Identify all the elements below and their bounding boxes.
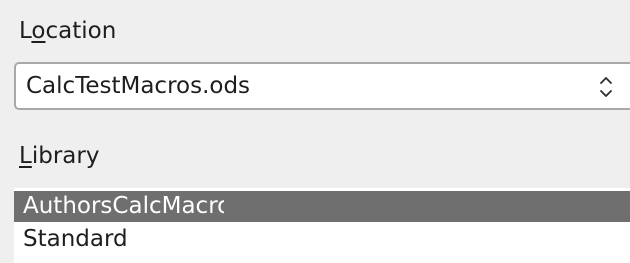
location-label: Location xyxy=(19,17,116,45)
library-item-standard[interactable]: Standard xyxy=(14,224,630,255)
location-label-first: L xyxy=(19,18,32,44)
macro-location-library-panel: Location CalcTestMacros.ods Library Auth… xyxy=(0,0,630,263)
library-item-authors-calc-macros[interactable]: AuthorsCalcMacros xyxy=(14,191,630,222)
library-listbox[interactable]: AuthorsCalcMacros Standard xyxy=(14,188,630,263)
library-label-rest: ibrary xyxy=(31,143,100,169)
library-label-mnemonic: L xyxy=(19,143,32,169)
library-item-label: AuthorsCalcMacros xyxy=(23,193,224,219)
library-label: Library xyxy=(19,142,99,170)
up-down-spinner-icon[interactable] xyxy=(598,74,614,100)
library-item-cell: AuthorsCalcMacros xyxy=(14,191,224,222)
location-label-rest: cation xyxy=(45,18,117,44)
location-combobox-value: CalcTestMacros.ods xyxy=(26,73,251,99)
library-item-label: Standard xyxy=(23,226,128,252)
library-item-cell: Standard xyxy=(14,224,224,255)
location-combobox[interactable]: CalcTestMacros.ods xyxy=(14,62,630,110)
location-label-mnemonic: o xyxy=(31,18,46,44)
